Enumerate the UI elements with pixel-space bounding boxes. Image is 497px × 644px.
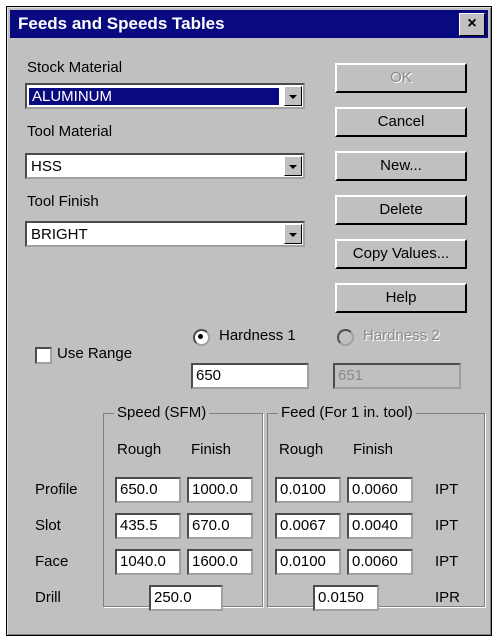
cancel-button[interactable]: Cancel bbox=[335, 107, 467, 137]
use-range-checkbox[interactable] bbox=[35, 347, 52, 364]
row-label-drill: Drill bbox=[35, 589, 61, 606]
delete-button[interactable]: Delete bbox=[335, 195, 467, 225]
tool-material-label: Tool Material bbox=[27, 123, 113, 140]
face-feed-rough[interactable]: 0.0100 bbox=[275, 549, 341, 575]
hardness-1-label[interactable]: Hardness 1 bbox=[219, 327, 296, 344]
drill-unit: IPR bbox=[435, 589, 461, 606]
copy-values-button[interactable]: Copy Values... bbox=[335, 239, 467, 269]
feed-finish-header: Finish bbox=[353, 441, 394, 458]
slot-speed-rough[interactable]: 435.5 bbox=[115, 513, 181, 539]
tool-finish-label: Tool Finish bbox=[27, 193, 99, 210]
row-label-profile: Profile bbox=[35, 481, 78, 498]
stock-material-select[interactable]: ALUMINUM bbox=[25, 83, 305, 109]
slot-unit: IPT bbox=[435, 517, 459, 534]
chevron-down-icon[interactable] bbox=[284, 86, 302, 106]
tool-material-select[interactable]: HSS bbox=[25, 153, 305, 179]
slot-feed-rough[interactable]: 0.0067 bbox=[275, 513, 341, 539]
speed-rough-header: Rough bbox=[117, 441, 162, 458]
close-button[interactable]: × bbox=[459, 13, 485, 36]
hardness-2-input[interactable]: 651 bbox=[333, 363, 461, 389]
use-range-label[interactable]: Use Range bbox=[57, 345, 132, 362]
slot-feed-finish[interactable]: 0.0040 bbox=[347, 513, 413, 539]
chevron-down-icon[interactable] bbox=[284, 224, 302, 244]
tool-finish-select[interactable]: BRIGHT bbox=[25, 221, 305, 247]
profile-speed-rough[interactable]: 650.0 bbox=[115, 477, 181, 503]
profile-unit: IPT bbox=[435, 481, 459, 498]
drill-feed[interactable]: 0.0150 bbox=[313, 585, 379, 611]
hardness-2-label[interactable]: Hardness 2 bbox=[363, 327, 440, 344]
drill-speed[interactable]: 250.0 bbox=[149, 585, 223, 611]
profile-feed-rough[interactable]: 0.0100 bbox=[275, 477, 341, 503]
row-label-slot: Slot bbox=[35, 517, 61, 534]
profile-speed-finish[interactable]: 1000.0 bbox=[187, 477, 253, 503]
help-button[interactable]: Help bbox=[335, 283, 467, 313]
hardness-1-radio[interactable] bbox=[193, 329, 210, 346]
speed-group-title: Speed (SFM) bbox=[114, 404, 210, 421]
slot-speed-finish[interactable]: 670.0 bbox=[187, 513, 253, 539]
row-label-face: Face bbox=[35, 553, 69, 570]
profile-feed-finish[interactable]: 0.0060 bbox=[347, 477, 413, 503]
face-speed-finish[interactable]: 1600.0 bbox=[187, 549, 253, 575]
hardness-2-radio[interactable] bbox=[337, 329, 354, 346]
tool-material-value: HSS bbox=[31, 158, 62, 175]
face-feed-finish[interactable]: 0.0060 bbox=[347, 549, 413, 575]
window-title: Feeds and Speeds Tables bbox=[18, 14, 225, 33]
face-speed-rough[interactable]: 1040.0 bbox=[115, 549, 181, 575]
feeds-speeds-dialog: Feeds and Speeds Tables × Stock Material… bbox=[6, 6, 492, 636]
stock-material-value: ALUMINUM bbox=[29, 88, 279, 105]
face-unit: IPT bbox=[435, 553, 459, 570]
chevron-down-icon[interactable] bbox=[284, 156, 302, 176]
new-button[interactable]: New... bbox=[335, 151, 467, 181]
feed-group-title: Feed (For 1 in. tool) bbox=[278, 404, 416, 421]
ok-button[interactable]: OK bbox=[335, 63, 467, 93]
tool-finish-value: BRIGHT bbox=[31, 226, 88, 243]
speed-finish-header: Finish bbox=[191, 441, 232, 458]
title-bar: Feeds and Speeds Tables × bbox=[10, 10, 488, 38]
feed-rough-header: Rough bbox=[279, 441, 324, 458]
stock-material-label: Stock Material bbox=[27, 59, 123, 76]
hardness-1-input[interactable]: 650 bbox=[191, 363, 309, 389]
